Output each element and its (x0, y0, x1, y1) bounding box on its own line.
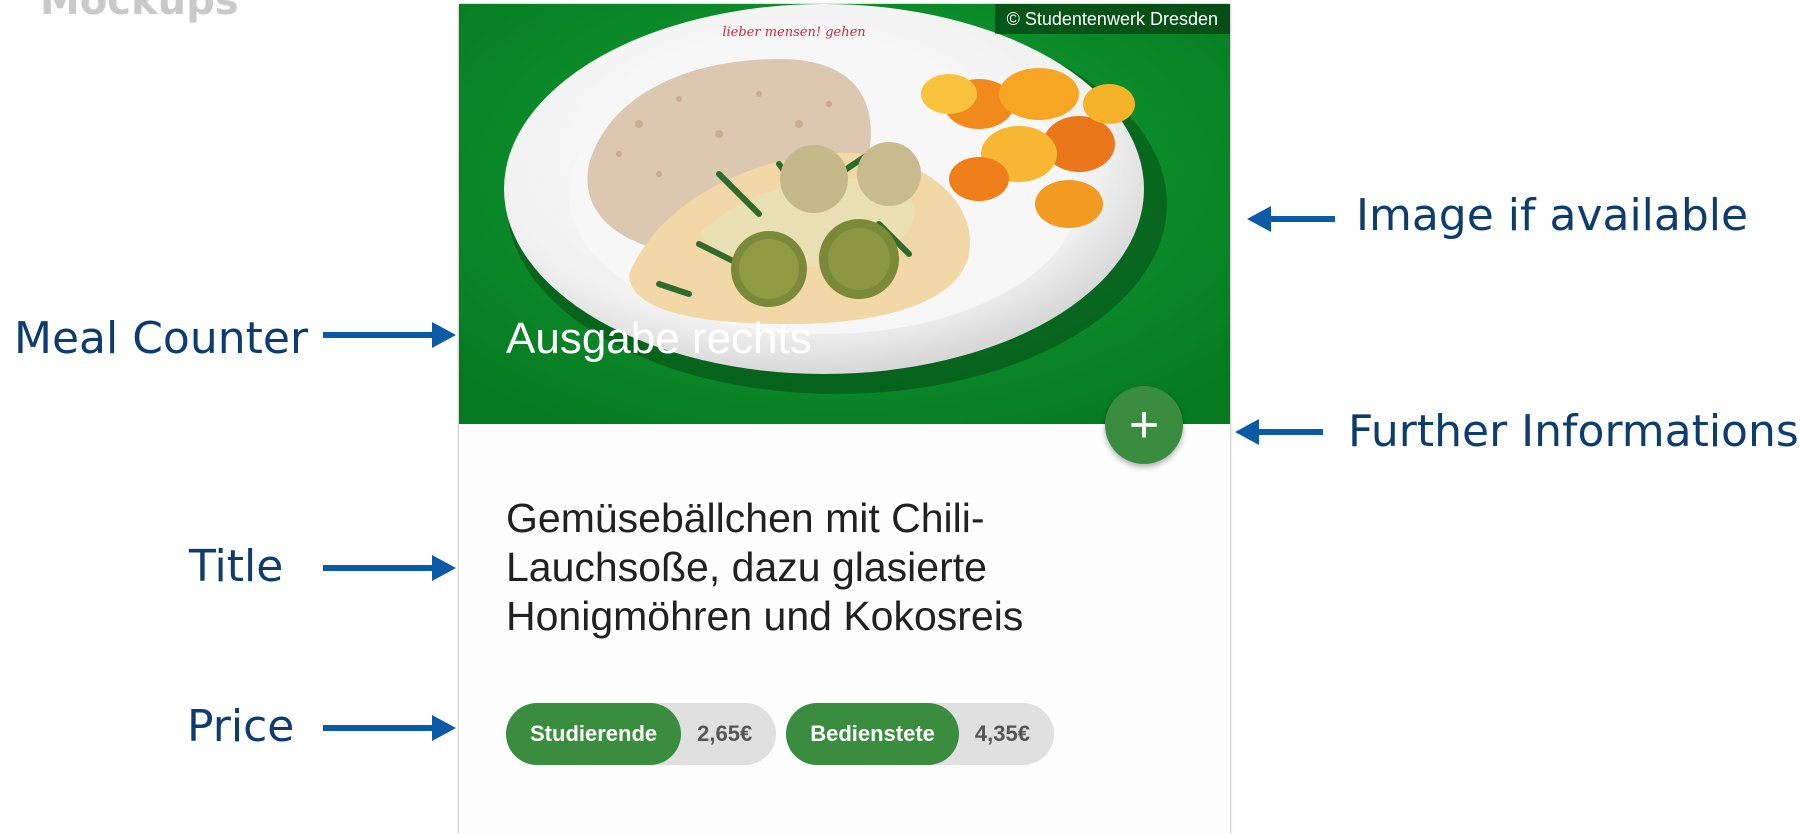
meal-card[interactable]: lieber mensen! gehen © Studentenwerk Dre… (459, 4, 1230, 834)
meal-counter: Ausgabe rechts (506, 314, 812, 363)
price-list: Studierende 2,65€ Bedienstete 4,35€ (506, 703, 1054, 765)
price-label: Bedienstete (786, 703, 959, 765)
price-chip-students[interactable]: Studierende 2,65€ (506, 703, 777, 765)
annotation-meal-counter: Meal Counter (14, 313, 309, 364)
arrow-left-icon (1247, 206, 1335, 232)
image-credit: © Studentenwerk Dresden (994, 4, 1230, 34)
annotation-title: Title (189, 541, 284, 592)
meal-title-line: Honigmöhren und Kokosreis (506, 593, 1024, 639)
annotation-image: Image if available (1356, 190, 1749, 241)
plus-icon: + (1128, 396, 1160, 454)
arrow-right-icon (323, 322, 456, 348)
arrow-right-icon (323, 555, 456, 581)
price-chip-employees[interactable]: Bedienstete 4,35€ (786, 703, 1054, 765)
meal-image: lieber mensen! gehen © Studentenwerk Dre… (459, 4, 1230, 424)
price-value: 4,35€ (974, 721, 1030, 746)
plate-logo: lieber mensen! gehen (722, 25, 865, 40)
meal-title: Gemüsebällchen mit Chili- Lauchsoße, daz… (506, 494, 1156, 641)
further-info-button[interactable]: + (1105, 386, 1183, 464)
arrow-right-icon (323, 715, 456, 741)
price-label: Studierende (506, 703, 682, 765)
annotation-further-info: Further Informations (1348, 406, 1799, 457)
annotation-price: Price (187, 701, 295, 752)
price-value: 2,65€ (697, 721, 753, 746)
meal-title-line: Lauchsoße, dazu glasierte (506, 544, 987, 590)
meal-title-line: Gemüsebällchen mit Chili- (506, 495, 985, 541)
page-heading: Mockups (40, 0, 239, 24)
arrow-left-icon (1235, 419, 1323, 445)
